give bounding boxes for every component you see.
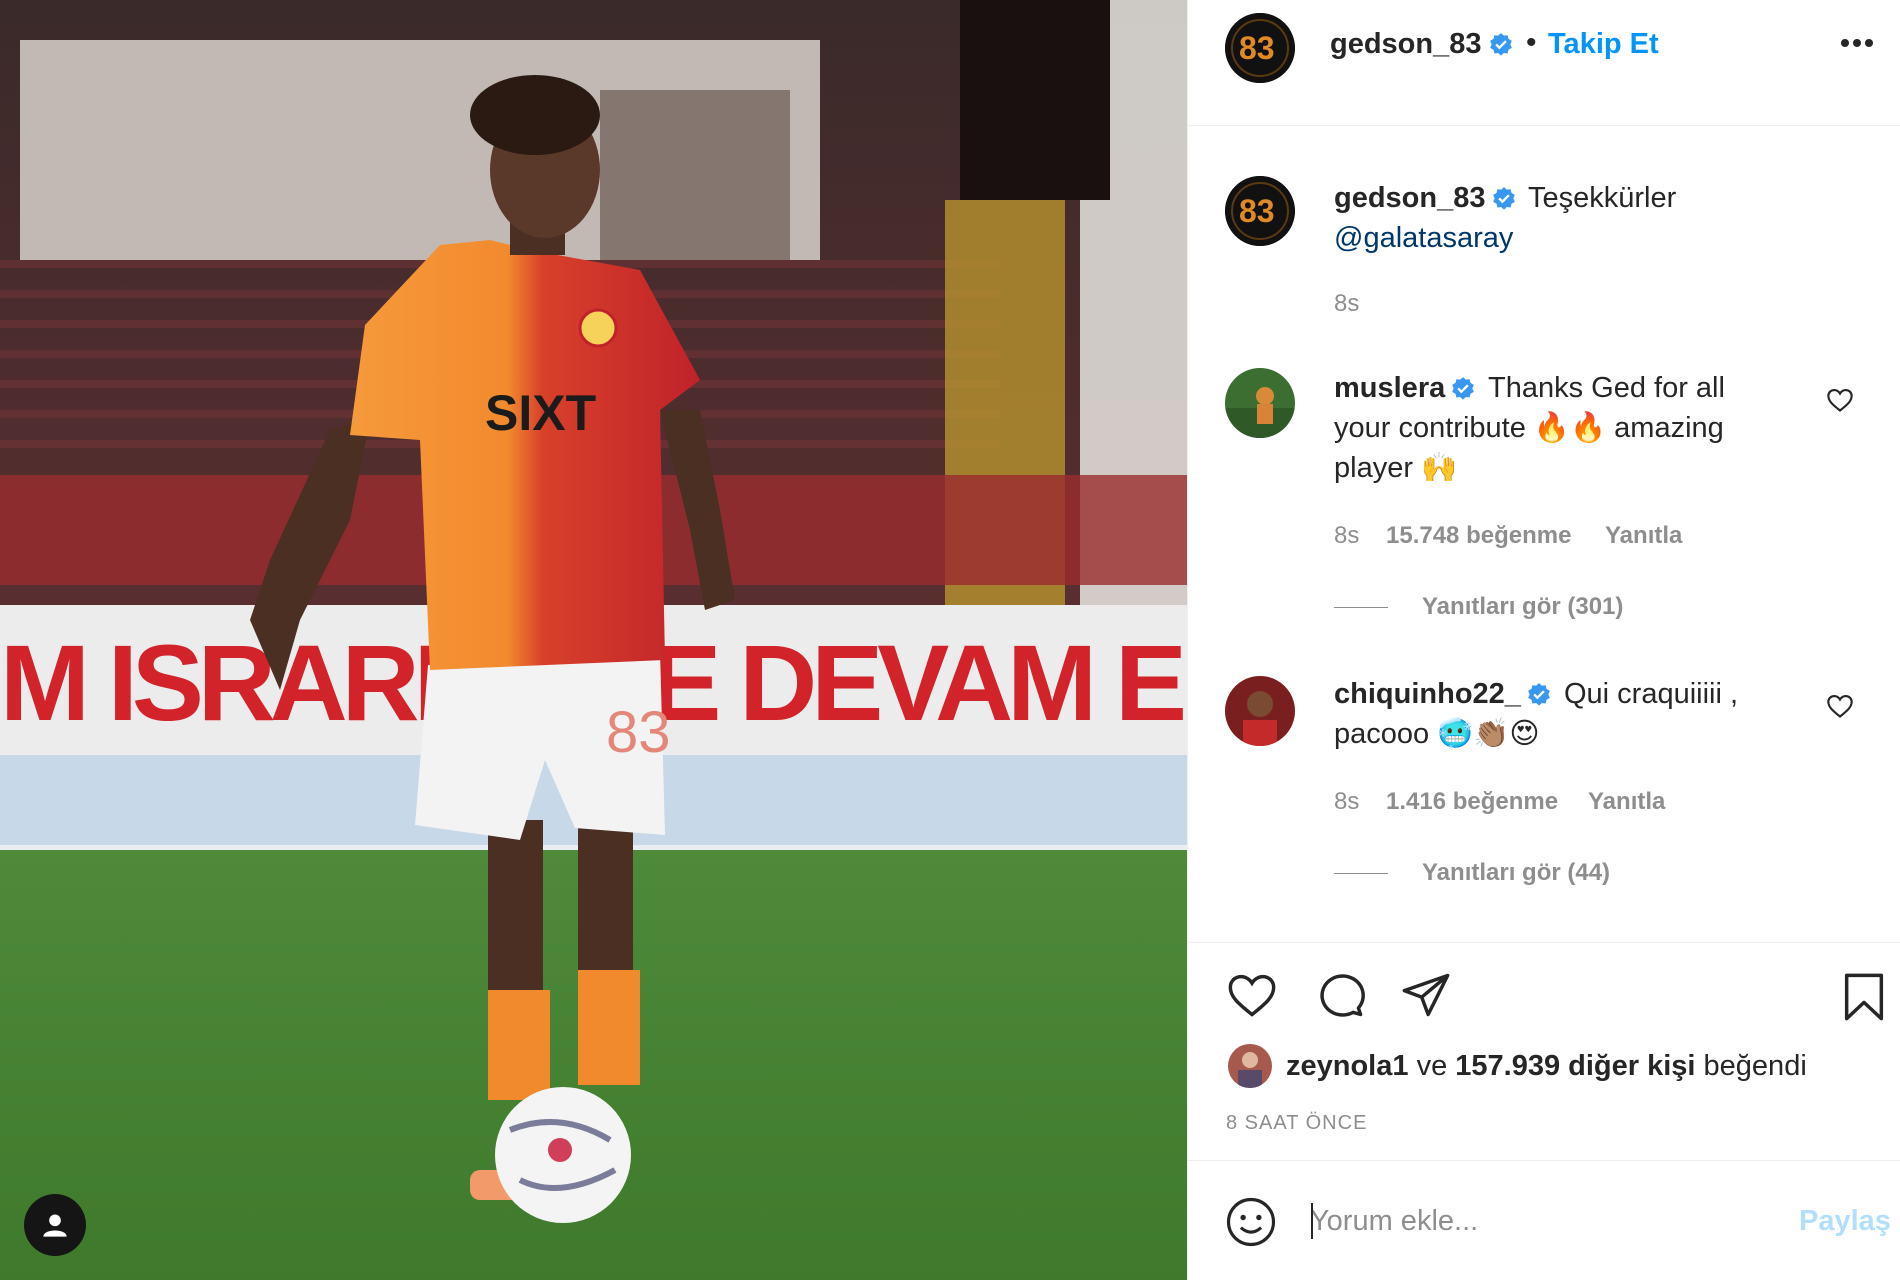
- comment-text: pacooo 🥶👏🏽😍: [1334, 718, 1540, 750]
- text-caret: [1311, 1203, 1313, 1239]
- like-comment-heart-icon[interactable]: [1826, 386, 1854, 414]
- more-options-icon[interactable]: [1840, 38, 1874, 48]
- likes-suffix: beğendi: [1703, 1050, 1807, 1082]
- comment-likes[interactable]: 15.748 beğenme: [1386, 522, 1571, 550]
- verified-badge-icon: [1452, 377, 1474, 400]
- action-bar: [1188, 942, 1900, 1021]
- comment-username[interactable]: muslera: [1334, 372, 1445, 405]
- author-avatar[interactable]: 83: [1225, 13, 1295, 83]
- comment-username[interactable]: chiquinho22_: [1334, 678, 1521, 711]
- comment-time: 8s: [1334, 522, 1360, 549]
- tagged-people-button[interactable]: [24, 1194, 86, 1256]
- comment-text: your contribute 🔥🔥 amazing: [1334, 412, 1724, 444]
- caption-username[interactable]: gedson_83: [1334, 182, 1486, 215]
- shorts-number: 83: [606, 700, 671, 765]
- user-photo-icon: [1228, 1044, 1272, 1088]
- comments-panel: 83 gedson_83 • Takip Et 83 gedson_83 Teş…: [1187, 0, 1900, 1280]
- follow-button[interactable]: Takip Et: [1548, 28, 1659, 61]
- reply-button[interactable]: Yanıtla: [1588, 788, 1665, 816]
- post-time-ago[interactable]: 8 SAAT ÖNCE: [1226, 1112, 1367, 1135]
- verified-badge-icon: [1490, 33, 1512, 56]
- comment-text: player 🙌: [1334, 452, 1458, 484]
- liker-username[interactable]: zeynola1: [1286, 1050, 1409, 1082]
- person-icon: [43, 1214, 67, 1237]
- caption-mention-link[interactable]: @galatasaray: [1334, 218, 1513, 258]
- like-comment-heart-icon[interactable]: [1826, 692, 1854, 720]
- emoji-smiley-icon[interactable]: [1224, 1195, 1278, 1249]
- comment-likes[interactable]: 1.416 beğenme: [1386, 788, 1558, 816]
- comment-text: Thanks Ged for all: [1488, 372, 1725, 404]
- user-photo-icon: [1225, 676, 1295, 746]
- likes-summary: zeynola1 ve 157.939 diğer kişi beğendi: [1286, 1050, 1807, 1083]
- comment-input[interactable]: [1310, 1197, 1750, 1245]
- comment-time: 8s: [1334, 788, 1360, 815]
- svg-text:83: 83: [1239, 30, 1275, 66]
- share-paper-plane-icon[interactable]: [1398, 969, 1454, 1021]
- view-replies-button[interactable]: Yanıtları gör (44): [1422, 859, 1610, 887]
- author-username[interactable]: gedson_83: [1330, 28, 1482, 61]
- svg-text:83: 83: [1239, 193, 1275, 229]
- verified-badge-icon: [1493, 187, 1515, 210]
- comment-avatar[interactable]: [1225, 676, 1295, 746]
- caption-time: 8s: [1334, 290, 1360, 317]
- replies-divider: [1334, 873, 1388, 874]
- reply-button[interactable]: Yanıtla: [1605, 522, 1682, 550]
- post-photo[interactable]: M ISRARLA ME DEVAM E 83 SIXT: [0, 0, 1187, 1280]
- view-replies-button[interactable]: Yanıtları gör (301): [1422, 593, 1623, 621]
- jersey-sponsor-text: SIXT: [485, 385, 596, 441]
- football-player-image: M ISRARLA ME DEVAM E 83 SIXT: [0, 0, 1187, 1280]
- comment-bubble-icon[interactable]: [1312, 969, 1368, 1021]
- replies-divider: [1334, 607, 1388, 608]
- like-heart-icon[interactable]: [1224, 969, 1280, 1021]
- likes-count[interactable]: 157.939 diğer kişi: [1455, 1050, 1695, 1082]
- comment-avatar[interactable]: [1225, 368, 1295, 438]
- save-bookmark-icon[interactable]: [1838, 969, 1890, 1025]
- caption-avatar[interactable]: 83: [1225, 176, 1295, 246]
- header-separator-dot: •: [1526, 26, 1537, 59]
- add-comment-bar: Paylaş: [1188, 1160, 1900, 1280]
- author-logo-icon: 83: [1225, 13, 1295, 83]
- user-photo-icon: [1225, 368, 1295, 438]
- comment-text: Qui craquiiiii ,: [1564, 678, 1739, 710]
- author-logo-icon: 83: [1225, 176, 1295, 246]
- likes-connector: ve: [1416, 1050, 1448, 1082]
- verified-badge-icon: [1528, 683, 1550, 706]
- liker-avatar[interactable]: [1228, 1044, 1272, 1088]
- post-header: 83 gedson_83 • Takip Et: [1188, 0, 1900, 126]
- caption-text: Teşekkürler: [1528, 182, 1677, 214]
- post-comment-button[interactable]: Paylaş: [1799, 1205, 1891, 1238]
